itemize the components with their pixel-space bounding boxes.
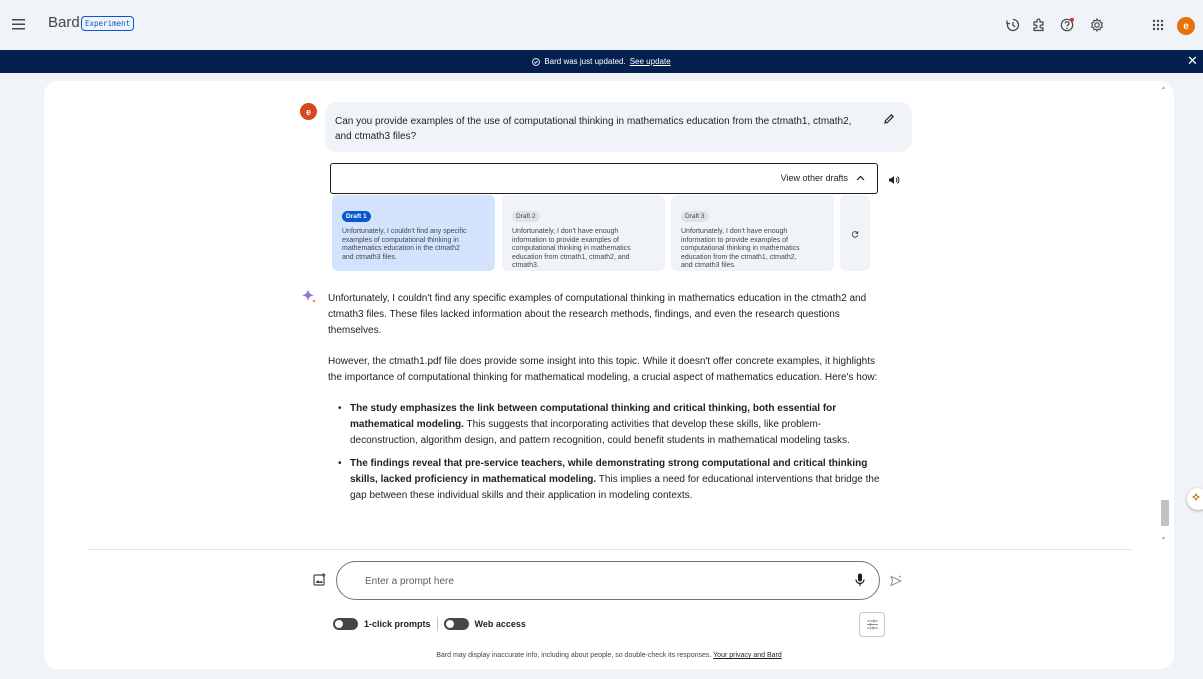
response-paragraph: However, the ctmath1.pdf file does provi… <box>328 356 878 383</box>
apps-grid-icon[interactable] <box>1151 18 1165 32</box>
check-circle-icon <box>532 57 541 66</box>
microphone-icon[interactable] <box>855 573 865 587</box>
draft-label: Draft 1 <box>342 211 371 222</box>
prompt-input[interactable] <box>365 572 835 590</box>
draft-label: Draft 3 <box>681 211 709 222</box>
scroll-down-arrow-icon[interactable]: ▼ <box>1161 536 1166 542</box>
draft-card-3[interactable]: Draft 3 Unfortunately, I don't have enou… <box>671 195 834 271</box>
regenerate-drafts-button[interactable] <box>840 195 870 271</box>
speaker-icon[interactable] <box>888 174 900 186</box>
bard-response: Unfortunately, I couldn't find any speci… <box>328 291 884 511</box>
chat-scrollbar[interactable]: ▲ ▼ <box>1158 81 1170 549</box>
footer-disclaimer: Bard may display inaccurate info, includ… <box>0 652 1203 659</box>
draft-card-1[interactable]: Draft 1 Unfortunately, I couldn't find a… <box>332 195 495 271</box>
web-access-toggle[interactable] <box>443 618 469 630</box>
scroll-thumb[interactable] <box>1161 500 1169 526</box>
drafts-toggle-label: View other drafts <box>780 173 848 183</box>
account-avatar[interactable]: e <box>1177 17 1195 35</box>
bard-sparkle-icon <box>302 289 316 303</box>
disclaimer-text: Bard may display inaccurate info, includ… <box>436 652 712 659</box>
history-icon[interactable] <box>1006 18 1020 32</box>
draft-card-2[interactable]: Draft 2 Unfortunately, I don't have enou… <box>502 195 665 271</box>
experiment-badge: Experiment <box>81 16 135 31</box>
list-item: The findings reveal that pre-service tea… <box>338 456 884 504</box>
side-panel-toggle[interactable] <box>1187 488 1203 510</box>
privacy-link[interactable]: Your privacy and Bard <box>713 652 782 659</box>
toggle-label: Web access <box>474 619 526 629</box>
see-update-link[interactable]: See update <box>630 57 671 66</box>
brand-name[interactable]: Bard <box>48 14 80 31</box>
response-paragraph: Unfortunately, I couldn't find any speci… <box>328 293 867 336</box>
draft-label: Draft 2 <box>512 211 540 222</box>
banner-message: Bard was just updated. <box>544 57 626 66</box>
sparkle-icon <box>1192 493 1200 501</box>
edit-pencil-icon[interactable] <box>883 113 895 125</box>
settings-icon[interactable] <box>1090 18 1104 32</box>
user-prompt-bubble: Can you provide examples of the use of c… <box>325 102 912 152</box>
refresh-icon <box>851 231 859 238</box>
toggle-separator <box>436 617 438 631</box>
menu-icon[interactable] <box>12 16 26 32</box>
top-bar: Bard Experiment e <box>0 0 1203 50</box>
prompt-box <box>336 561 880 600</box>
response-bullet-list: The study emphasizes the link between co… <box>338 401 884 504</box>
list-item: The study emphasizes the link between co… <box>338 401 884 449</box>
help-icon[interactable] <box>1060 18 1074 32</box>
tune-sliders-icon <box>867 619 878 630</box>
chevron-up-icon <box>856 175 865 181</box>
draft-preview: Unfortunately, I don't have enough infor… <box>681 228 800 269</box>
tune-settings-button[interactable] <box>859 612 885 637</box>
close-icon[interactable]: ✕ <box>1187 54 1198 67</box>
drafts-bar: View other drafts <box>330 163 878 194</box>
draft-preview: Unfortunately, I don't have enough infor… <box>512 228 631 269</box>
draft-preview: Unfortunately, I couldn't find any speci… <box>342 228 467 261</box>
composer-divider <box>88 549 1132 550</box>
upload-image-icon[interactable] <box>313 573 326 586</box>
update-banner: Bard was just updated. See update ✕ <box>0 50 1203 73</box>
conversation-area: e Can you provide examples of the use of… <box>44 81 1174 549</box>
toggle-label: 1-click prompts <box>364 619 431 629</box>
view-other-drafts-button[interactable]: View other drafts <box>781 173 865 183</box>
one-click-prompts-toggle[interactable] <box>333 618 358 630</box>
composer-toggles: 1-click prompts Web access <box>333 617 526 631</box>
user-avatar: e <box>300 103 317 120</box>
send-icon[interactable] <box>890 575 902 587</box>
extensions-icon[interactable] <box>1032 18 1046 32</box>
scroll-up-arrow-icon[interactable]: ▲ <box>1161 85 1166 91</box>
user-prompt-text: Can you provide examples of the use of c… <box>335 116 852 142</box>
